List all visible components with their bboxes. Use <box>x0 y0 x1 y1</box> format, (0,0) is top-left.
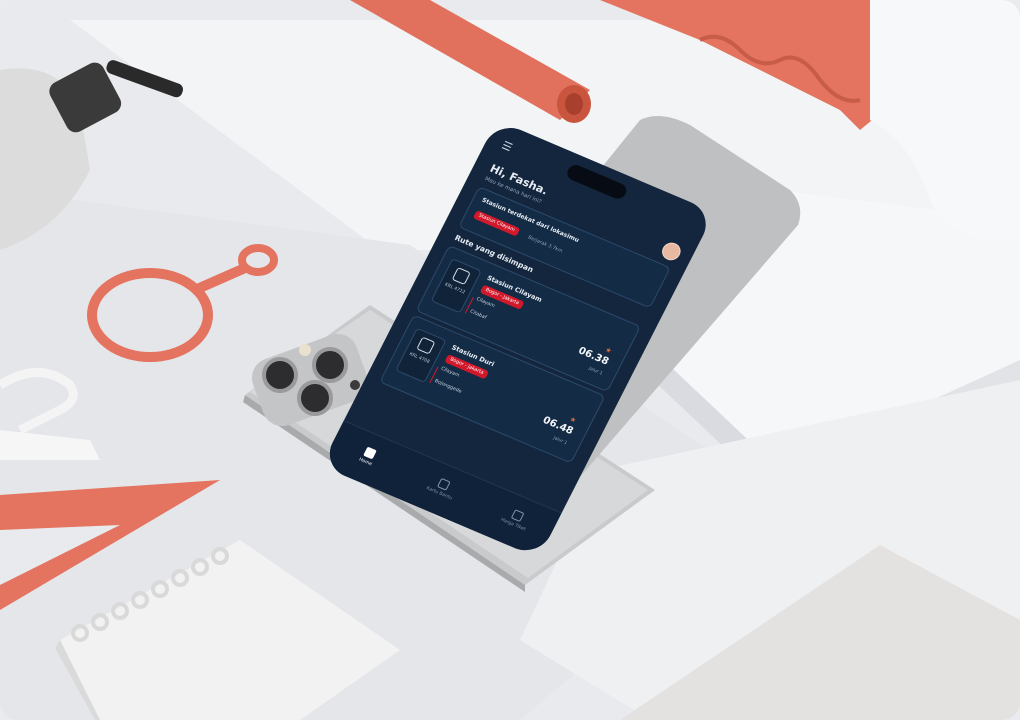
route-stop: Cilayam <box>475 297 496 310</box>
avatar[interactable] <box>658 239 684 263</box>
route-track: Jalur 1 <box>552 435 568 446</box>
train-badge: KRL 4708 <box>395 327 447 384</box>
card-icon <box>436 477 451 491</box>
nav-home[interactable]: Home <box>336 437 400 477</box>
nav-kartu-bantu[interactable]: Kartu Bantu <box>410 468 474 508</box>
favorite-star-icon[interactable]: ★ <box>568 415 577 425</box>
hamburger-menu-icon[interactable]: ☰ <box>500 139 515 154</box>
route-track: Jalur 1 <box>587 366 604 377</box>
route-stop: Citabaf <box>468 309 488 321</box>
train-badge: KRL 4712 <box>430 258 482 314</box>
route-stop: Cilayam <box>439 366 460 379</box>
favorite-star-icon[interactable]: ★ <box>604 346 613 356</box>
train-icon <box>416 336 436 355</box>
route-stop: Bojonggede <box>433 379 463 395</box>
nav-harga-tiket[interactable]: Harga Tiket <box>484 499 548 539</box>
home-icon <box>363 446 377 460</box>
ticket-icon <box>510 509 525 523</box>
nearest-station-distance: Berjarak 3.7km <box>526 235 564 255</box>
train-icon <box>451 267 471 286</box>
